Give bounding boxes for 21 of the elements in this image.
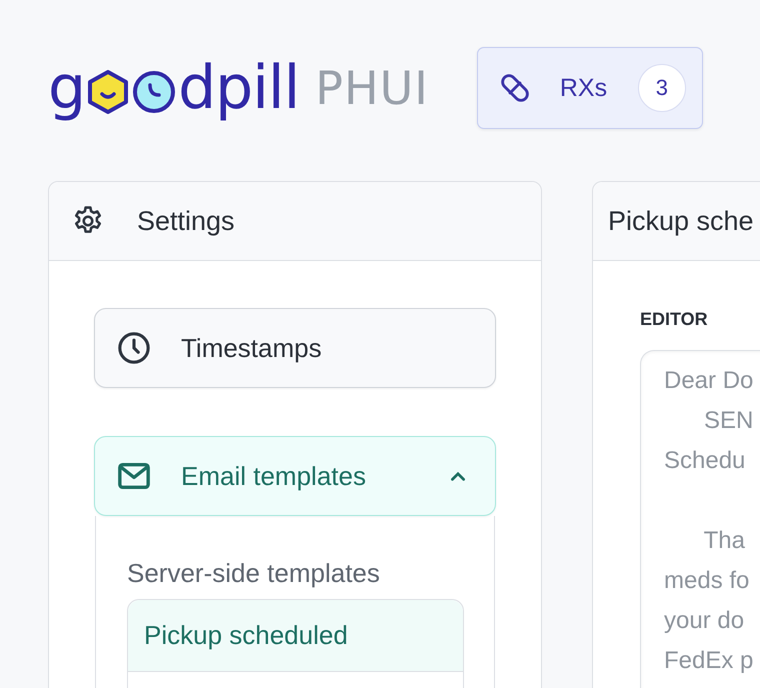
- logo-text: g: [48, 58, 86, 118]
- text-line: Dear Do: [664, 366, 754, 396]
- editor-field[interactable]: Dear Do SEN Schedu Tha meds fo your do FedEx p: [640, 350, 760, 688]
- settings-item[interactable]: Email templates: [94, 436, 496, 516]
- card-title: Settings: [137, 206, 235, 236]
- product-name: PHUI: [315, 65, 429, 111]
- rxs-button[interactable]: RXs 3: [476, 47, 703, 129]
- count-badge: 3: [638, 64, 686, 112]
- text-line: Schedu: [664, 446, 746, 476]
- text-line: meds fo: [664, 566, 750, 596]
- template-item[interactable]: Pickup scheduled: [128, 600, 463, 672]
- settings-item[interactable]: Timestamps: [94, 308, 496, 388]
- text-line: FedEx p: [664, 646, 754, 676]
- group-label: Server-side templates: [127, 558, 381, 589]
- text-line: your do: [664, 606, 744, 636]
- logo-text: dpill: [178, 58, 300, 118]
- clock-icon: [117, 331, 151, 365]
- text-line: SEN: [703, 406, 754, 436]
- text-line: Tha: [702, 526, 745, 556]
- card-title: Pickup sche: [608, 206, 754, 236]
- editor-label: EDITOR: [640, 309, 709, 330]
